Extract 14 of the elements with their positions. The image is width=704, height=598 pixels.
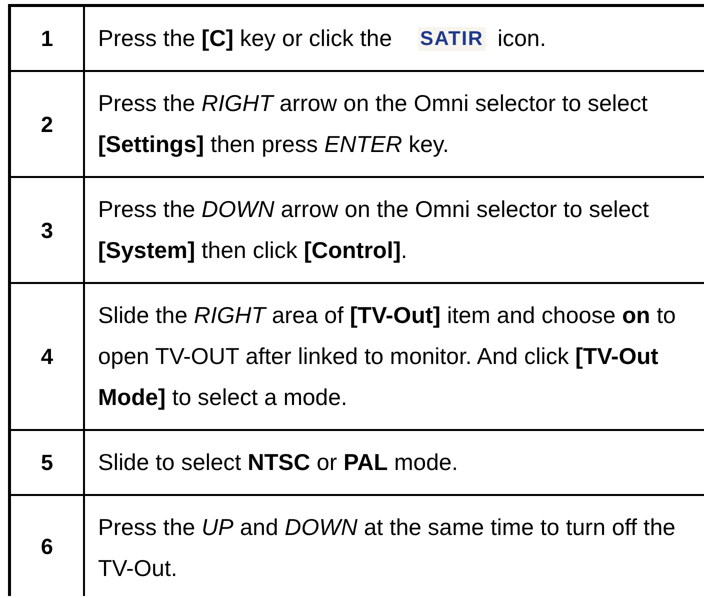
step-text: Slide to select NTSC or PAL mode. <box>98 448 460 477</box>
step-number: 3 <box>40 216 54 244</box>
step-text: Press the RIGHT arrow on the Omni selector to select [Settings] then press ENTER key. <box>98 89 649 159</box>
step-text: Press the [C] key or click the <box>98 24 392 53</box>
step-number: 1 <box>40 25 54 53</box>
step-number: 4 <box>40 343 54 371</box>
step-text: icon. <box>498 24 546 53</box>
step-number: 5 <box>40 449 54 477</box>
step-number: 6 <box>40 532 54 560</box>
step-number: 2 <box>40 110 54 138</box>
step-text: Press the DOWN arrow on the Omni selector to select [System] then click [Control]. <box>98 195 650 265</box>
step-text: Slide the RIGHT area of [TV-Out] item and choose on to open TV-OUT after linked to monitor. And click [TV-Out Mode] to select a mode. <box>98 301 677 412</box>
logo-icon: SATIR <box>418 26 486 50</box>
step-text: Press the UP and DOWN at the same time to turn off the TV-Out. <box>98 513 676 583</box>
